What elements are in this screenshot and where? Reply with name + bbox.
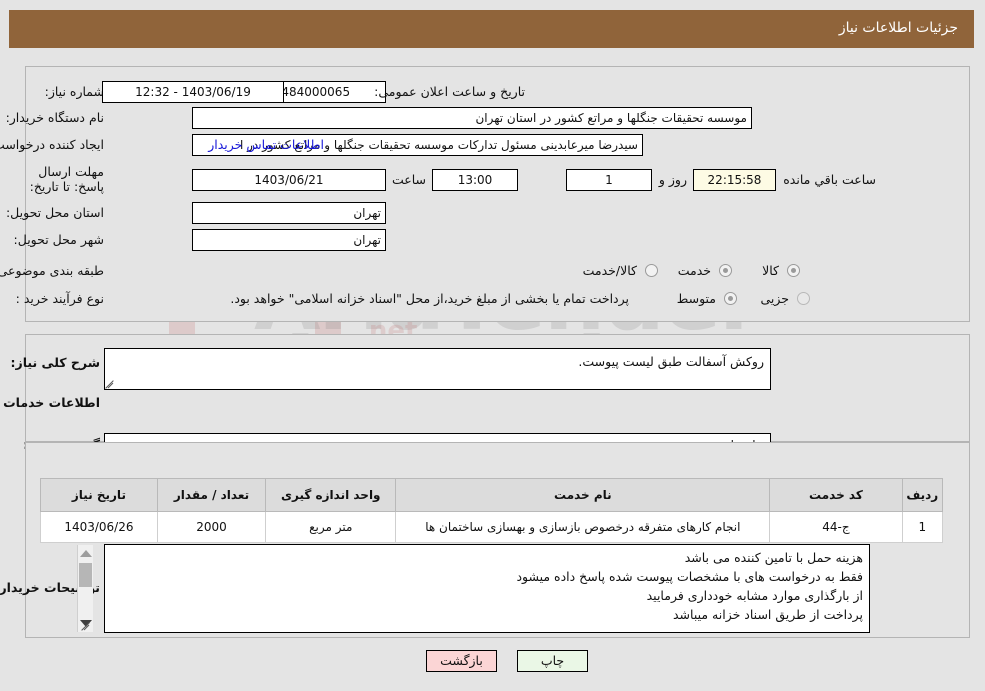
buyer-notes-line-2: فقط به درخواست های با مشخصات پیوست شده پ… — [517, 569, 864, 584]
radio-process-jozi[interactable] — [798, 292, 811, 305]
buyer-notes-line-1: هزینه حمل با تامین کننده می باشد — [685, 550, 864, 565]
cell-quantity: 2000 — [157, 511, 268, 543]
subject-category-label: طبقه بندی موضوعی: — [0, 263, 105, 278]
general-description-label: شرح کلی نیاز: — [11, 355, 101, 370]
radio-subject-khedmat-label: خدمت — [678, 263, 712, 278]
col-row-no: ردیف — [902, 478, 945, 512]
buyer-org-label: نام دستگاه خریدار: — [6, 110, 105, 125]
buyer-notes-resize-handle[interactable] — [80, 618, 92, 630]
general-description-textarea[interactable]: روکش آسفالت طبق لیست پیوست. — [105, 348, 772, 390]
col-unit: واحد اندازه گیری — [266, 478, 398, 512]
deadline-date-field[interactable]: 1403/06/21 — [193, 169, 387, 191]
purchase-process-label: نوع فرآیند خرید : — [16, 291, 105, 306]
radio-subject-khedmat[interactable] — [720, 264, 733, 277]
deadline-countdown-field: 22:15:58 — [694, 169, 777, 191]
need-number-label: شماره نیاز: — [45, 84, 105, 99]
col-need-date: تاریخ نیاز — [41, 478, 159, 512]
cell-service-name: انجام کارهای متفرقه درخصوص بازسازی و بهس… — [396, 511, 772, 543]
cell-service-code: ج-44 — [770, 511, 904, 543]
scrollbar-thumb[interactable] — [80, 563, 93, 587]
radio-subject-kala-khedmat[interactable] — [646, 264, 659, 277]
need-info-panel — [26, 66, 971, 322]
radio-process-motevasset[interactable] — [725, 292, 738, 305]
deadline-countdown-label: ساعت باقي مانده — [784, 172, 877, 187]
radio-subject-kala[interactable] — [788, 264, 801, 277]
deadline-label: مهلت ارسال پاسخ: تا تاریخ: — [30, 164, 105, 194]
deadline-days-field[interactable]: 1 — [567, 169, 653, 191]
delivery-province-field[interactable]: تهران — [193, 202, 387, 224]
services-section-heading: اطلاعات خدمات مورد نیاز — [0, 395, 101, 410]
buyer-notes-line-3: از بارگذاری موارد مشابه خودداری فرمایید — [647, 588, 864, 603]
delivery-city-label: شهر محل تحویل: — [14, 232, 105, 247]
col-service-name: نام خدمت — [396, 478, 772, 512]
purchase-process-note: پرداخت تمام یا بخشی از مبلغ خرید،از محل … — [231, 291, 630, 306]
radio-process-motevasset-label: متوسط — [677, 291, 717, 306]
print-button[interactable]: چاپ — [518, 650, 589, 672]
buyer-contact-link[interactable]: اطلاعات تماس خریدار — [209, 137, 325, 152]
items-table: ردیف کد خدمت نام خدمت واحد اندازه گیری ت… — [41, 478, 945, 543]
cell-need-date: 1403/06/26 — [41, 511, 159, 543]
cell-row-no: 1 — [902, 511, 945, 543]
delivery-city-field[interactable]: تهران — [193, 229, 387, 251]
delivery-province-label: استان محل تحویل: — [6, 205, 105, 220]
table-header-row: ردیف کد خدمت نام خدمت واحد اندازه گیری ت… — [41, 478, 945, 512]
radio-subject-kala-khedmat-label: کالا/خدمت — [583, 263, 638, 278]
radio-subject-kala-label: کالا — [763, 263, 780, 278]
deadline-time-label: ساعت — [392, 172, 427, 187]
col-quantity: تعداد / مقدار — [157, 478, 268, 512]
back-button[interactable]: بازگشت — [427, 650, 498, 672]
cell-unit: متر مربع — [266, 511, 398, 543]
deadline-time-field[interactable]: 13:00 — [433, 169, 519, 191]
col-service-code: کد خدمت — [770, 478, 904, 512]
buyer-notes-textarea[interactable]: هزینه حمل با تامین کننده می باشد فقط به … — [105, 544, 871, 633]
buyer-notes-line-4: پرداخت از طریق اسناد خزانه میباشد — [674, 607, 864, 622]
window-titlebar: جزئیات اطلاعات نیاز — [10, 10, 975, 48]
table-row: 1 ج-44 انجام کارهای متفرقه درخصوص بازساز… — [41, 511, 945, 543]
page-title: جزئیات اطلاعات نیاز — [839, 20, 959, 36]
announce-datetime-field[interactable]: 1403/06/19 - 12:32 — [103, 81, 285, 103]
buyer-org-field[interactable]: موسسه تحقیقات جنگلها و مراتع کشور در است… — [193, 107, 753, 129]
general-description-resize-handle[interactable] — [104, 376, 116, 388]
scroll-up-arrow-icon[interactable] — [81, 550, 93, 557]
announce-datetime-label: تاریخ و ساعت اعلان عمومی: — [375, 84, 526, 99]
deadline-days-label: روز و — [659, 172, 688, 187]
requester-label: ایجاد کننده درخواست: — [0, 137, 105, 152]
page-root: جزئیات اطلاعات نیاز شماره نیاز: 11030924… — [0, 0, 985, 691]
radio-process-jozi-label: جزیی — [761, 291, 790, 306]
